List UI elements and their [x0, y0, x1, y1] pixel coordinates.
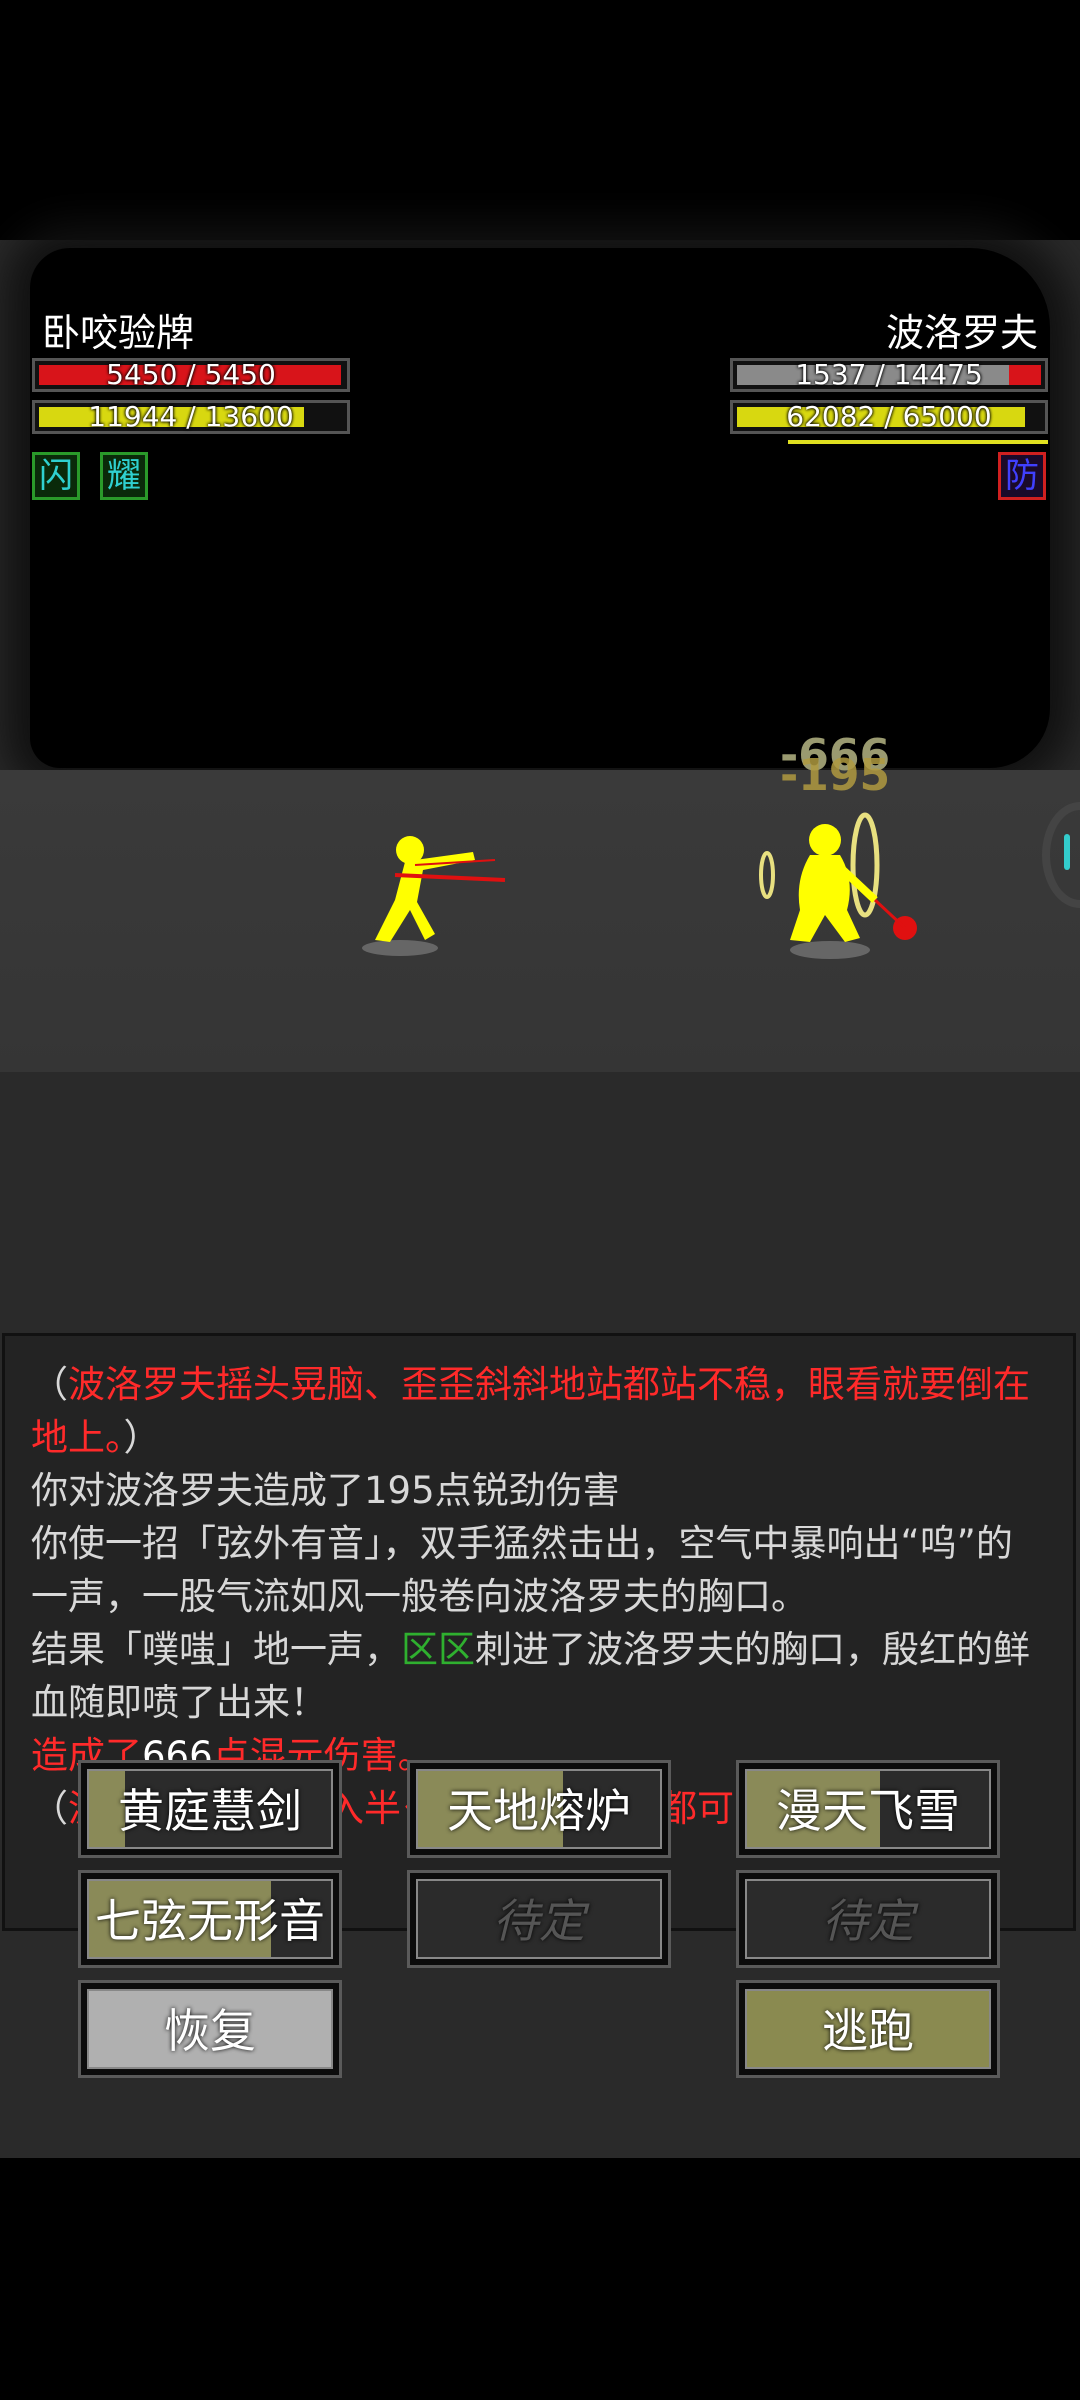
skill-slot-empty-2[interactable]: 待定 — [736, 1870, 1000, 1968]
enemy-stamina-line — [788, 440, 1048, 444]
log-line: （波洛罗夫摇头晃脑、歪歪斜斜地站都站不稳，眼看就要倒在地上。） — [31, 1358, 1047, 1464]
skill-label: 七弦无形音 — [95, 1894, 325, 1948]
player-character — [362, 836, 506, 956]
log-segment: 你对波洛罗夫造成了195点锐劲伤害 — [31, 1469, 620, 1512]
skill-label: 待定 — [822, 1894, 914, 1948]
battle-scene: 卧咬验牌 5450 / 5450 11944 / 13600 闪 耀 波洛罗夫 … — [0, 240, 1080, 2158]
skill-button-4[interactable]: 七弦无形音 — [78, 1870, 342, 1968]
flee-button[interactable]: 逃跑 — [736, 1980, 1000, 2078]
player-hp-text: 5450 / 5450 — [106, 358, 276, 391]
recover-button[interactable]: 恢复 — [78, 1980, 342, 2078]
log-segment: 结果「噗嗤」地一声， — [31, 1628, 401, 1671]
skill-button-3[interactable]: 漫天飞雪 — [736, 1760, 1000, 1858]
player-buff-shan-icon[interactable]: 闪 — [32, 452, 80, 500]
player-name: 卧咬验牌 — [42, 311, 195, 355]
player-buff-yao-icon[interactable]: 耀 — [100, 452, 148, 500]
log-line: 结果「噗嗤」地一声，区区刺进了波洛罗夫的胸口，殷红的鲜血随即喷了出来！ — [31, 1623, 1047, 1729]
enemy-buff-fang-icon[interactable]: 防 — [998, 452, 1046, 500]
damage-popup: -195 — [780, 750, 891, 801]
player-mp-bar: 11944 / 13600 — [32, 400, 350, 434]
skill-button-2[interactable]: 天地熔炉 — [407, 1760, 671, 1858]
enemy-name: 波洛罗夫 — [885, 311, 1038, 355]
skill-label: 待定 — [493, 1894, 585, 1948]
skill-slot-empty-1[interactable]: 待定 — [407, 1870, 671, 1968]
log-cutoff-line — [31, 1338, 1047, 1358]
log-line: 你使一招「弦外有音」，双手猛然击出，空气中暴响出“呜”的一声，一股气流如风一般卷… — [31, 1517, 1047, 1623]
player-mp-text: 11944 / 13600 — [88, 400, 294, 433]
log-segment: （ — [31, 1787, 68, 1830]
enemy-character — [759, 812, 917, 959]
enemy-hp-bar: 1537 / 14475 — [730, 358, 1048, 392]
log-segment: 波洛罗夫摇头晃脑、歪歪斜斜地站都站不稳，眼看就要倒在地上。 — [31, 1363, 1030, 1459]
flee-label: 逃跑 — [822, 2004, 914, 2058]
enemy-mp-text: 62082 / 65000 — [786, 400, 992, 433]
player-hp-bar: 5450 / 5450 — [32, 358, 350, 392]
skill-label: 天地熔炉 — [447, 1784, 631, 1838]
skill-label: 漫天飞雪 — [776, 1784, 960, 1838]
log-segment: ） — [123, 1416, 161, 1459]
log-segment: 你使一招「弦外有音」，双手猛然击出，空气中暴响出“呜”的一声，一股气流如风一般卷… — [31, 1522, 1013, 1618]
log-segment: 区区 — [401, 1628, 475, 1671]
enemy-mp-bar: 62082 / 65000 — [730, 400, 1048, 434]
enemy-hp-text: 1537 / 14475 — [795, 358, 983, 391]
skill-button-1[interactable]: 黄庭慧剑 — [78, 1760, 342, 1858]
skill-label: 黄庭慧剑 — [118, 1784, 302, 1838]
log-line: 你对波洛罗夫造成了195点锐劲伤害 — [31, 1464, 1047, 1517]
log-segment: （ — [31, 1363, 68, 1406]
recover-label: 恢复 — [164, 2004, 256, 2058]
